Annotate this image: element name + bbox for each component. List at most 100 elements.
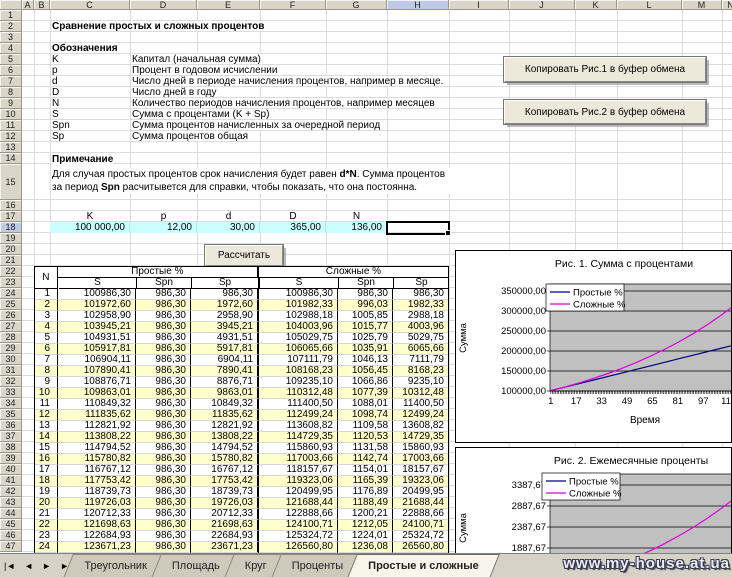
table-cell[interactable]: 6904,11: [191, 355, 259, 366]
table-cell[interactable]: 4: [35, 322, 58, 333]
table-cell[interactable]: 19: [35, 487, 58, 498]
table-cell[interactable]: 6: [35, 344, 58, 355]
table-cell[interactable]: 107890,41: [58, 366, 136, 377]
row-header-21[interactable]: 21: [0, 255, 22, 266]
row-header-4[interactable]: 4: [0, 43, 22, 54]
table-subheader-Spn[interactable]: Spn: [137, 278, 192, 289]
table-cell[interactable]: 18739,73: [191, 487, 259, 498]
table-cell[interactable]: 986,30: [136, 410, 191, 421]
table-cell[interactable]: 1066,86: [338, 377, 393, 388]
row-header-11[interactable]: 11: [0, 120, 22, 131]
table-cell[interactable]: 11400,50: [393, 399, 448, 410]
table-cell[interactable]: 21: [35, 509, 58, 520]
row-header-32[interactable]: 32: [0, 376, 22, 387]
table-cell[interactable]: 17: [35, 465, 58, 476]
row-header-6[interactable]: 6: [0, 65, 22, 76]
table-subheader-Sp[interactable]: Sp: [394, 278, 449, 289]
table-cell[interactable]: 22888,66: [393, 509, 448, 520]
row-header-7[interactable]: 7: [0, 76, 22, 87]
table-cell[interactable]: 9863,01: [191, 388, 259, 399]
table-cell[interactable]: 1165,39: [338, 476, 393, 487]
table-cell[interactable]: 25324,72: [393, 531, 448, 542]
table-cell[interactable]: 9235,10: [393, 377, 448, 388]
table-cell[interactable]: 1: [35, 289, 58, 300]
table-cell[interactable]: 19726,03: [191, 498, 259, 509]
chart-fig2-monthly-interest[interactable]: 3387,672887,672387,671887,67Рис. 2. Ежем…: [455, 447, 732, 554]
table-cell[interactable]: 13808,22: [191, 432, 259, 443]
row-header-44[interactable]: 44: [0, 508, 22, 519]
table-cell[interactable]: 120499,95: [259, 487, 338, 498]
column-header-B[interactable]: B: [34, 0, 50, 10]
table-cell[interactable]: 1109,58: [338, 421, 393, 432]
table-subheader-Spn[interactable]: Spn: [339, 278, 394, 289]
table-cell[interactable]: 18157,67: [393, 465, 448, 476]
row-header-9[interactable]: 9: [0, 98, 22, 109]
row-header-3[interactable]: 3: [0, 32, 22, 43]
table-cell[interactable]: 986,30: [136, 399, 191, 410]
row-header-46[interactable]: 46: [0, 530, 22, 541]
table-cell[interactable]: 112499,24: [259, 410, 338, 421]
table-cell[interactable]: 118157,67: [259, 465, 338, 476]
table-cell[interactable]: 8: [35, 366, 58, 377]
table-cell[interactable]: 21698,63: [191, 520, 259, 531]
table-cell[interactable]: 3: [35, 311, 58, 322]
calculate-button[interactable]: Рассчитать: [205, 245, 283, 266]
table-cell[interactable]: 19323,06: [393, 476, 448, 487]
column-header-M[interactable]: M: [682, 0, 722, 10]
next-sheet-button[interactable]: ►: [42, 561, 51, 571]
table-cell[interactable]: 4003,96: [393, 322, 448, 333]
table-cell[interactable]: 7: [35, 355, 58, 366]
table-cell[interactable]: 7111,79: [393, 355, 448, 366]
table-cell[interactable]: 114794,52: [58, 443, 136, 454]
table-cell[interactable]: 113608,82: [259, 421, 338, 432]
table-cell[interactable]: 122684,93: [58, 531, 136, 542]
input-cell-p[interactable]: 12,00: [130, 222, 197, 233]
table-cell[interactable]: 10: [35, 388, 58, 399]
table-cell[interactable]: 113808,22: [58, 432, 136, 443]
column-header-N[interactable]: N: [722, 0, 732, 10]
table-cell[interactable]: 108168,23: [259, 366, 338, 377]
table-cell[interactable]: 4931,51: [191, 333, 259, 344]
table-group-simple[interactable]: Простые %: [58, 267, 259, 278]
table-cell[interactable]: 1200,21: [338, 509, 393, 520]
row-header-39[interactable]: 39: [0, 453, 22, 464]
table-cell[interactable]: 986,30: [136, 487, 191, 498]
table-cell[interactable]: 1131,58: [338, 443, 393, 454]
sheet-tab-inactive[interactable]: Площадь: [156, 554, 236, 577]
row-header-20[interactable]: 20: [0, 244, 22, 255]
table-cell[interactable]: 2988,18: [393, 311, 448, 322]
row-header-41[interactable]: 41: [0, 475, 22, 486]
table-cell[interactable]: 986,30: [136, 289, 191, 300]
sheet-tab-inactive[interactable]: Проценты: [276, 554, 359, 577]
row-header-33[interactable]: 33: [0, 387, 22, 398]
table-cell[interactable]: 12821,92: [191, 421, 259, 432]
table-cell[interactable]: 117003,66: [259, 454, 338, 465]
table-cell[interactable]: 5: [35, 333, 58, 344]
column-header-G[interactable]: G: [326, 0, 387, 10]
row-header-38[interactable]: 38: [0, 442, 22, 453]
row-header-35[interactable]: 35: [0, 409, 22, 420]
table-cell[interactable]: 986,30: [136, 509, 191, 520]
row-header-37[interactable]: 37: [0, 431, 22, 442]
row-header-43[interactable]: 43: [0, 497, 22, 508]
row-header-16[interactable]: 16: [0, 200, 22, 211]
table-cell[interactable]: 986,30: [136, 531, 191, 542]
row-header-10[interactable]: 10: [0, 109, 22, 120]
table-subheader-Sp[interactable]: Sp: [192, 278, 260, 289]
table-header-N[interactable]: N: [35, 267, 58, 289]
table-cell[interactable]: 24: [35, 542, 58, 553]
table-cell[interactable]: 8168,23: [393, 366, 448, 377]
table-cell[interactable]: 20499,95: [393, 487, 448, 498]
table-cell[interactable]: 1142,74: [338, 454, 393, 465]
table-cell[interactable]: 106065,66: [259, 344, 338, 355]
table-cell[interactable]: 996,03: [338, 300, 393, 311]
table-cell[interactable]: 105029,75: [259, 333, 338, 344]
row-header-24[interactable]: 24: [0, 288, 22, 299]
table-cell[interactable]: 986,30: [136, 454, 191, 465]
table-cell[interactable]: 115780,82: [58, 454, 136, 465]
input-cell-K[interactable]: 100 000,00: [50, 222, 130, 233]
table-cell[interactable]: 14794,52: [191, 443, 259, 454]
table-cell[interactable]: 986,30: [136, 322, 191, 333]
table-cell[interactable]: 986,30: [136, 300, 191, 311]
input-cell-D[interactable]: 365,00: [260, 222, 326, 233]
